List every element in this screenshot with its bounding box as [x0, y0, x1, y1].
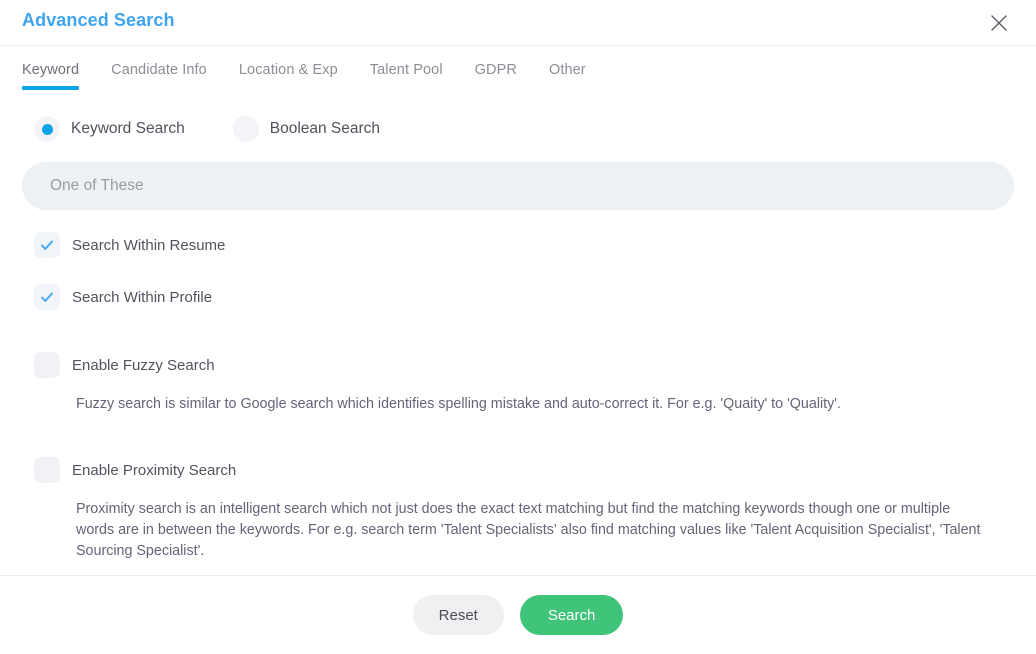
- radio-dot: [41, 123, 53, 135]
- checkbox-search-within-profile[interactable]: Search Within Profile: [34, 284, 1014, 310]
- tab-other-label: Other: [548, 62, 586, 78]
- tab-talent-pool-label: Talent Pool: [369, 62, 443, 78]
- tab-bar: Keyword Candidate Info Location & Exp Ta…: [0, 46, 1036, 90]
- checkbox-enable-fuzzy-search[interactable]: Enable Fuzzy Search: [34, 352, 1014, 378]
- close-icon[interactable]: [988, 12, 1010, 34]
- radio-keyword-search-label: Keyword Search: [71, 120, 185, 137]
- search-mode-group: Keyword Search Boolean Search: [34, 116, 1014, 142]
- page-title: Advanced Search: [22, 10, 175, 30]
- checkmark-glyph: [41, 292, 53, 302]
- empty-checkbox-icon: [34, 457, 60, 483]
- checkbox-enable-proximity-search-label: Enable Proximity Search: [72, 461, 237, 479]
- modal-body: Keyword Search Boolean Search Search Wit…: [0, 90, 1036, 620]
- search-button[interactable]: Search: [519, 595, 624, 635]
- tab-keyword[interactable]: Keyword: [22, 46, 80, 90]
- radio-keyword-search[interactable]: Keyword Search: [34, 116, 185, 142]
- radio-boolean-search[interactable]: Boolean Search: [232, 116, 381, 142]
- checkbox-search-within-resume[interactable]: Search Within Resume: [34, 232, 1014, 258]
- checkmark-glyph: [41, 240, 53, 250]
- radio-selected-icon: [34, 116, 60, 142]
- tab-gdpr[interactable]: GDPR: [475, 46, 517, 90]
- tab-keyword-label: Keyword: [22, 62, 80, 78]
- modal-footer: Reset Search: [0, 575, 1036, 654]
- tab-location-exp[interactable]: Location & Exp: [239, 46, 338, 90]
- checkmark-icon: [34, 284, 60, 310]
- close-icon-glyph: [991, 15, 1007, 31]
- reset-button[interactable]: Reset: [412, 595, 504, 635]
- checkbox-enable-fuzzy-search-label: Enable Fuzzy Search: [72, 356, 215, 374]
- tab-location-exp-label: Location & Exp: [238, 62, 338, 78]
- tab-gdpr-label: GDPR: [474, 62, 517, 78]
- radio-unselected-icon: [232, 116, 259, 142]
- empty-checkbox-icon: [34, 352, 60, 378]
- checkbox-enable-proximity-search[interactable]: Enable Proximity Search: [34, 457, 1014, 483]
- keyword-search-input[interactable]: [22, 162, 1014, 210]
- radio-boolean-search-label: Boolean Search: [269, 120, 381, 137]
- fuzzy-search-description: Fuzzy search is similar to Google search…: [76, 396, 841, 412]
- checkbox-search-within-resume-label: Search Within Resume: [72, 236, 226, 254]
- tab-talent-pool[interactable]: Talent Pool: [370, 46, 443, 90]
- tab-candidate-info[interactable]: Candidate Info: [111, 46, 207, 90]
- tab-other[interactable]: Other: [549, 46, 586, 90]
- proximity-search-description: Proximity search is an intelligent searc…: [76, 501, 981, 559]
- checkbox-search-within-profile-label: Search Within Profile: [72, 288, 213, 306]
- modal-header: Advanced Search: [0, 0, 1036, 46]
- checkmark-icon: [34, 232, 60, 258]
- tab-candidate-info-label: Candidate Info: [111, 62, 207, 78]
